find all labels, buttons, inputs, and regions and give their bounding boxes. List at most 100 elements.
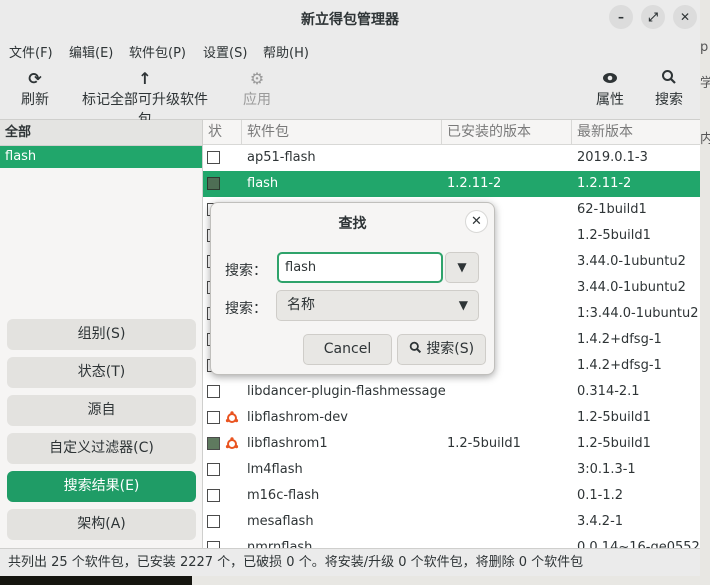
find-dialog: 查找 ✕ 搜索： ▼ 搜索： 名称 ▼ Cancel 搜索(S) [210,202,495,375]
title-bar: 新立得包管理器 – ⤢ ✕ [0,0,700,36]
search-label: 搜索： [225,263,267,279]
package-name-cell: m16c-flash [247,488,320,503]
search-button-label: 搜索(S) [426,341,475,357]
menu-help[interactable]: 帮助(H) [263,42,309,61]
latest-version-cell: 3.4.2-1 [577,514,624,529]
status-bar: 共列出 25 个软件包，已安装 2227 个，已破损 0 个。将安装/升级 0 … [0,548,700,576]
status-checkbox[interactable] [207,151,220,164]
latest-version-cell: 1.2-5build1 [577,436,651,451]
reload-label: 刷新 [21,92,49,108]
minimize-button[interactable]: – [609,5,633,29]
filter-origin-button[interactable]: 源自 [7,395,196,426]
table-row[interactable]: ap51-flash 2019.0.1-3 [203,145,700,171]
status-checkbox[interactable] [207,411,220,424]
background-text-fragment: p [700,40,709,55]
search-scope-select[interactable]: 名称 ▼ [276,290,479,321]
search-input[interactable] [277,252,443,283]
latest-version-cell: 1:3.44.0-1ubuntu2 [577,306,699,321]
status-checkbox[interactable] [207,437,220,450]
status-checkbox[interactable] [207,515,220,528]
chevron-down-icon: ▼ [457,260,467,274]
column-status[interactable]: 状 [203,120,242,145]
background-text-fragment: 学 [700,76,710,91]
dialog-title: 查找 [338,216,367,232]
eye-icon [593,69,627,89]
search-button[interactable]: 搜索(S) [397,334,486,365]
status-checkbox[interactable] [207,541,220,548]
package-name-cell: lm4flash [247,462,303,477]
scope-label: 搜索： [225,301,267,317]
menu-settings[interactable]: 设置(S) [203,42,247,61]
search-toolbar-label: 搜索 [655,92,683,108]
table-row[interactable]: lm4flash 3:0.1.3-1 [203,457,700,483]
filter-sections-button[interactable]: 组别(S) [7,319,196,350]
filter-custom-button[interactable]: 自定义过滤器(C) [7,433,196,464]
maximize-button[interactable]: ⤢ [641,5,665,29]
menu-edit[interactable]: 编辑(E) [69,42,113,61]
package-name-cell: libflashrom1 [247,436,328,451]
package-name-cell: flash [247,176,279,191]
background-text-fragment: 内 [700,132,710,147]
table-row[interactable]: nmrnflash 0.0.14~16-ge05526e [203,535,700,548]
latest-version-cell: 1.2.11-2 [577,176,632,191]
table-row[interactable]: libdancer-plugin-flashmessage 0.314-2.1 [203,379,700,405]
desktop-background [0,576,700,585]
apply-button[interactable]: ⚙ 应用 [240,69,274,109]
background-window-edge: p 学 内 [700,0,710,585]
package-name-cell: mesaflash [247,514,314,529]
package-name-cell: libdancer-plugin-flashmessage [247,384,446,399]
package-name-cell: nmrnflash [247,540,313,548]
search-icon [652,69,686,89]
status-checkbox[interactable] [207,385,220,398]
installed-version-cell: 1.2.11-2 [447,176,502,191]
properties-label: 属性 [596,92,624,108]
ubuntu-icon [225,411,239,423]
sidebar-header[interactable]: 全部 [0,120,202,146]
latest-version-cell: 3.44.0-1ubuntu2 [577,280,686,295]
latest-version-cell: 3.44.0-1ubuntu2 [577,254,686,269]
properties-button[interactable]: 属性 [593,69,627,109]
cancel-button[interactable]: Cancel [303,334,392,365]
chevron-down-icon: ▼ [458,298,468,312]
status-checkbox[interactable] [207,463,220,476]
installed-version-cell: 1.2-5build1 [447,436,521,451]
filter-status-button[interactable]: 状态(T) [7,357,196,388]
latest-version-cell: 1.4.2+dfsg-1 [577,358,662,373]
search-history-dropdown[interactable]: ▼ [445,252,479,283]
latest-version-cell: 0.314-2.1 [577,384,640,399]
ubuntu-icon [225,437,239,449]
search-scope-value: 名称 [287,297,315,313]
close-window-button[interactable]: ✕ [673,5,697,29]
filter-architecture-button[interactable]: 架构(A) [7,509,196,540]
status-checkbox[interactable] [207,177,220,190]
toolbar: ⟳ 刷新 ↑ 标记全部可升级软件包 ⚙ 应用 属性 搜索 [0,64,700,128]
latest-version-cell: 1.4.2+dfsg-1 [577,332,662,347]
latest-version-cell: 62-1build1 [577,202,647,217]
filter-search-results-button[interactable]: 搜索结果(E) [7,471,196,502]
menu-package[interactable]: 软件包(P) [129,42,186,61]
reload-icon: ⟳ [28,69,42,88]
latest-version-cell: 1.2-5build1 [577,228,651,243]
gears-icon: ⚙ [249,69,265,88]
sidebar-item-flash[interactable]: flash [0,146,202,168]
status-checkbox[interactable] [207,489,220,502]
table-row[interactable]: libflashrom-dev 1.2-5build1 [203,405,700,431]
menu-bar: 文件(F) 编辑(E) 软件包(P) 设置(S) 帮助(H) [0,36,700,64]
latest-version-cell: 0.0.14~16-ge05526e [577,540,700,548]
latest-version-cell: 3:0.1.3-1 [577,462,636,477]
menu-file[interactable]: 文件(F) [9,42,53,61]
table-row[interactable]: flash 1.2.11-2 1.2.11-2 [203,171,700,197]
search-icon [409,341,421,354]
column-installed-version[interactable]: 已安装的版本 [442,120,572,145]
package-name-cell: libflashrom-dev [247,410,348,425]
reload-button[interactable]: ⟳ 刷新 [18,69,52,109]
column-package[interactable]: 软件包 [242,120,442,145]
table-row[interactable]: m16c-flash 0.1-1.2 [203,483,700,509]
search-toolbar-button[interactable]: 搜索 [652,69,686,109]
synaptic-window: 新立得包管理器 – ⤢ ✕ 文件(F) 编辑(E) 软件包(P) 设置(S) 帮… [0,0,700,576]
table-row[interactable]: libflashrom1 1.2-5build1 1.2-5build1 [203,431,700,457]
dialog-close-button[interactable]: ✕ [465,210,488,233]
table-row[interactable]: mesaflash 3.4.2-1 [203,509,700,535]
column-latest-version[interactable]: 最新版本 [572,120,700,145]
latest-version-cell: 2019.0.1-3 [577,150,648,165]
